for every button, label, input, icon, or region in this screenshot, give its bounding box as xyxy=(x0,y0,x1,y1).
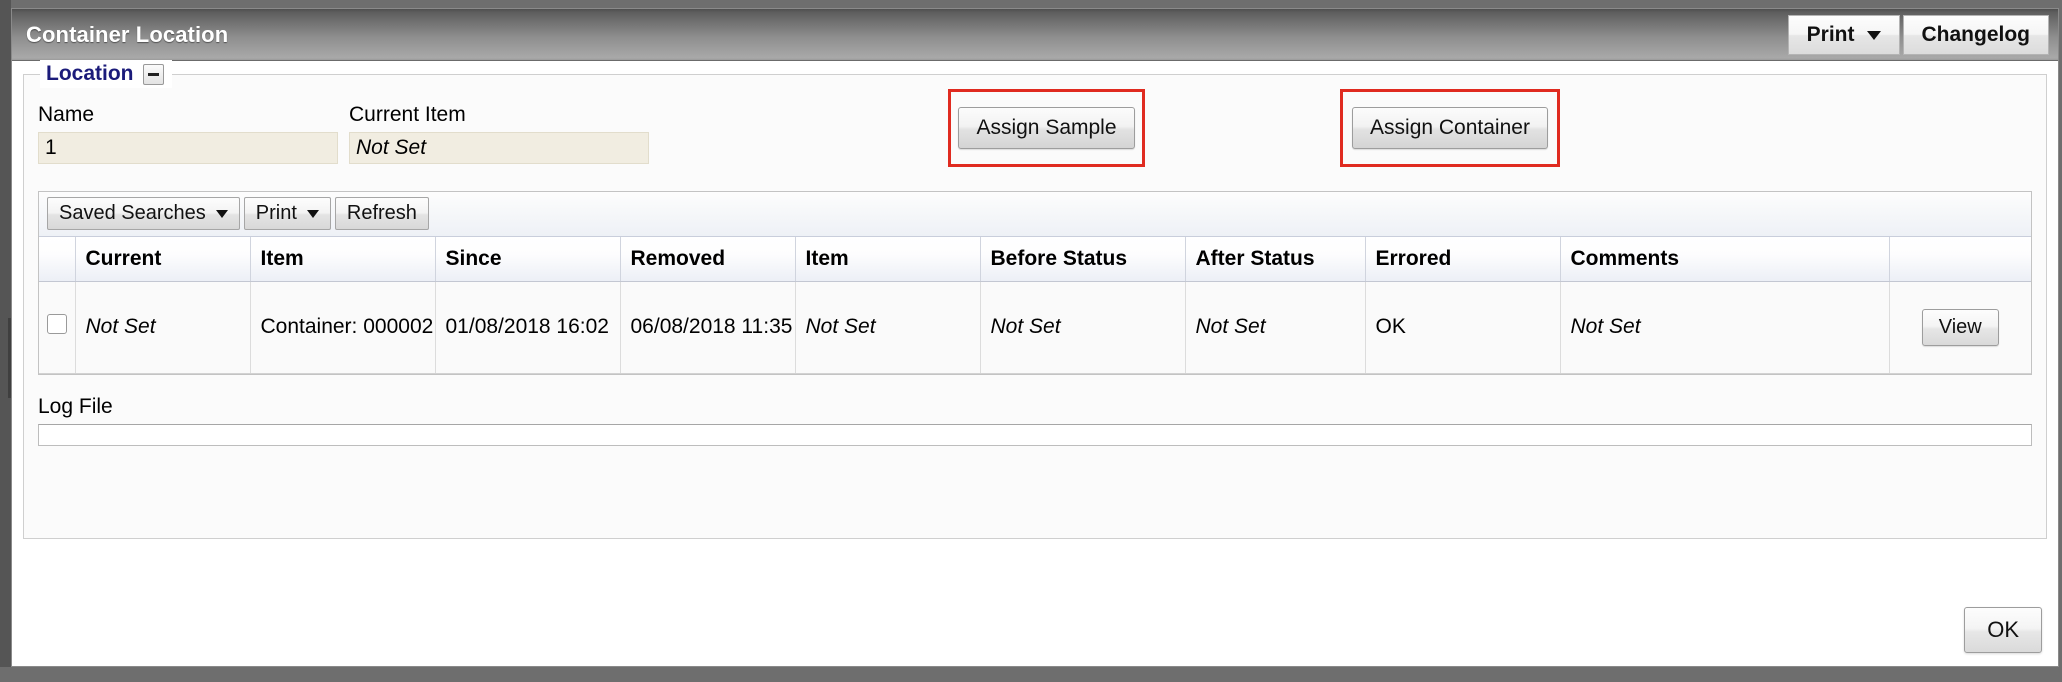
column-header-comments[interactable]: Comments xyxy=(1560,237,1890,282)
assign-sample-button[interactable]: Assign Sample xyxy=(958,107,1135,149)
cell-item: Container: 000002 xyxy=(250,281,436,374)
location-history-table: Current Item Since Removed Item Before S… xyxy=(39,237,2031,374)
name-value[interactable]: 1 xyxy=(38,132,338,164)
chevron-down-icon xyxy=(215,209,228,218)
column-header-actions xyxy=(1889,237,2031,282)
bottom-edge-strip xyxy=(0,667,2062,682)
view-button[interactable]: View xyxy=(1921,308,1999,346)
cell-errored: OK xyxy=(1365,281,1561,374)
column-header-after-status[interactable]: After Status xyxy=(1185,237,1366,282)
grid-refresh-button[interactable]: Refresh xyxy=(334,197,429,230)
cell-current: Not Set xyxy=(75,281,251,374)
location-legend-label: Location xyxy=(46,62,134,85)
grid-print-button[interactable]: Print xyxy=(243,197,331,230)
current-item-label: Current Item xyxy=(349,103,466,126)
location-history-grid: Saved Searches Print Refresh Current Ite… xyxy=(38,191,2032,375)
cell-comments: Not Set xyxy=(1560,281,1890,374)
name-label: Name xyxy=(38,103,95,126)
fields-row: Name 1 Current Item Not Set Assign Sampl… xyxy=(38,89,2032,173)
logfile-label: Log File xyxy=(38,394,113,418)
field-name: Name 1 xyxy=(38,103,338,164)
desktop-backdrop: Container Location Print Changelog Locat… xyxy=(0,0,2062,682)
column-header-current[interactable]: Current xyxy=(75,237,251,282)
row-select-cell xyxy=(39,281,76,374)
column-header-errored[interactable]: Errored xyxy=(1365,237,1561,282)
column-header-before-status[interactable]: Before Status xyxy=(980,237,1186,282)
changelog-button-label: Changelog xyxy=(1921,23,2031,46)
chevron-down-icon xyxy=(306,209,319,218)
chevron-down-icon xyxy=(1866,30,1881,40)
dialog-body: Location Name 1 Current Item Not Set Ass… xyxy=(12,60,2058,666)
changelog-button[interactable]: Changelog xyxy=(1902,15,2049,55)
row-checkbox[interactable] xyxy=(46,314,67,334)
cell-item-2: Not Set xyxy=(795,281,981,374)
cell-before-status: Not Set xyxy=(980,281,1186,374)
logfile-block: Log File xyxy=(38,395,2032,446)
print-button[interactable]: Print xyxy=(1787,15,1900,55)
grid-refresh-label: Refresh xyxy=(346,202,417,224)
grid-toolbar: Saved Searches Print Refresh xyxy=(39,192,2031,237)
minus-icon[interactable] xyxy=(142,63,164,85)
annotation-box-assign-container: Assign Container xyxy=(1340,89,1560,167)
window-titlebar: Container Location Print Changelog xyxy=(12,9,2058,61)
column-header-since[interactable]: Since xyxy=(435,237,621,282)
table-header-row: Current Item Since Removed Item Before S… xyxy=(39,237,2031,282)
table-row: Not Set Container: 000002 01/08/2018 16:… xyxy=(39,281,2031,374)
annotation-box-assign-sample: Assign Sample xyxy=(948,89,1145,167)
column-header-removed[interactable]: Removed xyxy=(620,237,796,282)
grid-print-label: Print xyxy=(255,202,297,224)
field-current-item: Current Item Not Set xyxy=(349,103,649,164)
cell-actions: View xyxy=(1889,281,2031,374)
location-group: Location Name 1 Current Item Not Set Ass… xyxy=(23,60,2047,539)
location-group-legend: Location xyxy=(40,60,172,88)
cell-since: 01/08/2018 16:02 xyxy=(435,281,621,374)
window-title: Container Location xyxy=(26,21,229,47)
ok-button[interactable]: OK xyxy=(1964,607,2042,653)
dialog-footer: OK xyxy=(12,594,2058,666)
container-location-dialog: Container Location Print Changelog Locat… xyxy=(11,8,2059,667)
print-button-label: Print xyxy=(1806,23,1855,46)
column-header-item[interactable]: Item xyxy=(250,237,436,282)
column-header-select[interactable] xyxy=(39,237,76,282)
saved-searches-button[interactable]: Saved Searches xyxy=(47,197,240,230)
assign-container-button[interactable]: Assign Container xyxy=(1352,107,1548,149)
saved-searches-label: Saved Searches xyxy=(59,202,206,224)
titlebar-actions: Print Changelog xyxy=(1787,15,2049,55)
current-item-value[interactable]: Not Set xyxy=(349,132,649,164)
cell-after-status: Not Set xyxy=(1185,281,1366,374)
logfile-input[interactable] xyxy=(38,423,2032,446)
cell-removed: 06/08/2018 11:35 xyxy=(620,281,796,374)
column-header-item-2[interactable]: Item xyxy=(795,237,981,282)
